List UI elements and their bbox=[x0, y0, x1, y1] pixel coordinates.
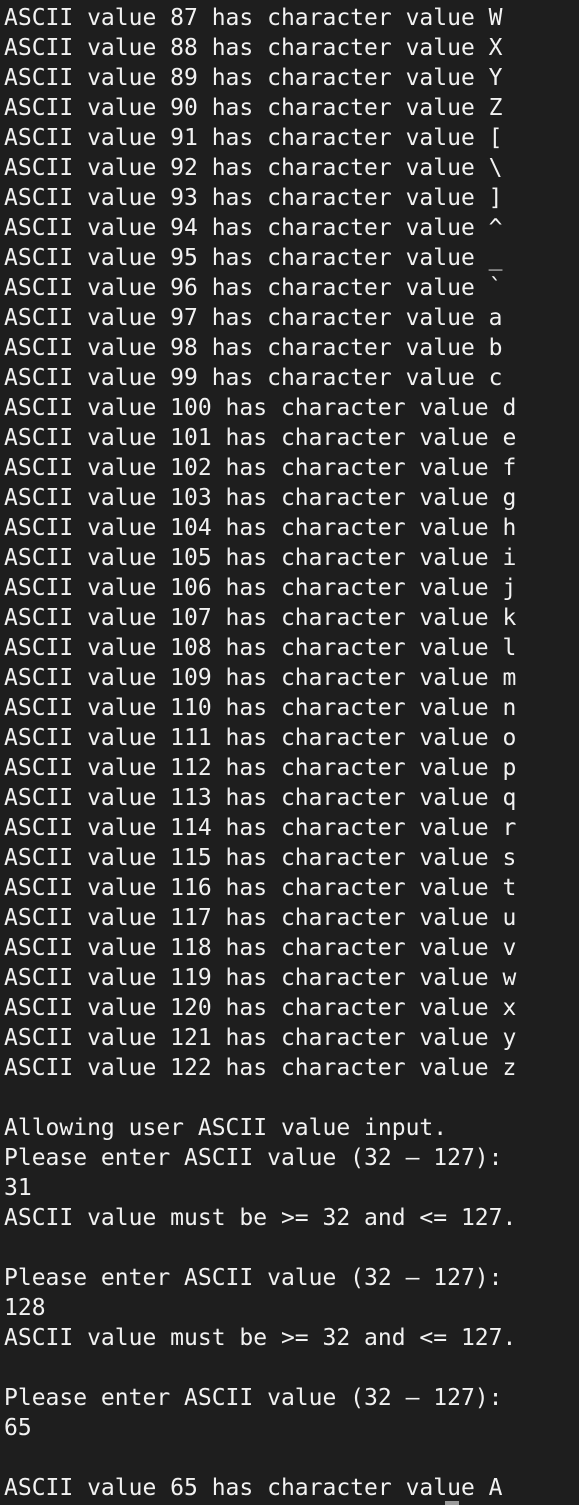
terminal-line: ASCII value 91 has character value [ bbox=[4, 125, 503, 151]
terminal-line: ASCII value 120 has character value x bbox=[4, 995, 517, 1021]
terminal-line: ASCII value 118 has character value v bbox=[4, 935, 517, 961]
terminal-line: ASCII value 113 has character value q bbox=[4, 785, 517, 811]
terminal-line: ASCII value 114 has character value r bbox=[4, 815, 517, 841]
terminal-line: ASCII value 101 has character value e bbox=[4, 425, 517, 451]
terminal-line: ASCII value must be >= 32 and <= 127. bbox=[4, 1325, 517, 1351]
terminal-line: ASCII value 106 has character value j bbox=[4, 575, 517, 601]
terminal-line: Allowing user ASCII value input. bbox=[4, 1115, 448, 1141]
terminal-line: ASCII value 115 has character value s bbox=[4, 845, 517, 871]
terminal-line: ASCII value 105 has character value i bbox=[4, 545, 517, 571]
terminal-line: ASCII value 122 has character value z bbox=[4, 1055, 517, 1081]
terminal-line: ASCII value 107 has character value k bbox=[4, 605, 517, 631]
terminal-line: ASCII value 89 has character value Y bbox=[4, 65, 503, 91]
terminal-line: ASCII value 87 has character value W bbox=[4, 5, 503, 31]
terminal-line: ASCII value 109 has character value m bbox=[4, 665, 517, 691]
terminal-line: ASCII value 111 has character value o bbox=[4, 725, 517, 751]
terminal-line: ASCII value 110 has character value n bbox=[4, 695, 517, 721]
terminal-line: ASCII value 88 has character value X bbox=[4, 35, 503, 61]
terminal-line: ASCII value 96 has character value ` bbox=[4, 275, 503, 301]
terminal-line: ASCII value 92 has character value \ bbox=[4, 155, 503, 181]
terminal-line: ASCII value 121 has character value y bbox=[4, 1025, 517, 1051]
terminal-line: ASCII value must be >= 32 and <= 127. bbox=[4, 1205, 517, 1231]
terminal-line: 128 bbox=[4, 1295, 46, 1321]
terminal-line: 65 bbox=[4, 1415, 32, 1441]
terminal-line: ASCII value 93 has character value ] bbox=[4, 185, 503, 211]
terminal-output[interactable]: ASCII value 87 has character value W ASCI… bbox=[4, 3, 516, 1503]
terminal-line: 31 bbox=[4, 1175, 32, 1201]
terminal-line: ASCII value 116 has character value t bbox=[4, 875, 517, 901]
terminal-line: ASCII value 65 has character value A bbox=[4, 1475, 503, 1501]
terminal-line: ASCII value 117 has character value u bbox=[4, 905, 517, 931]
terminal-line: ASCII value 90 has character value Z bbox=[4, 95, 503, 121]
terminal-line: Please enter ASCII value (32 – 127): bbox=[4, 1385, 503, 1411]
terminal-line: ASCII value 119 has character value w bbox=[4, 965, 517, 991]
terminal-line: ASCII value 104 has character value h bbox=[4, 515, 517, 541]
terminal-line: ASCII value 94 has character value ^ bbox=[4, 215, 503, 241]
terminal-line: ASCII value 108 has character value l bbox=[4, 635, 517, 661]
terminal-line: ASCII value 103 has character value g bbox=[4, 485, 517, 511]
terminal-line: ASCII value 95 has character value _ bbox=[4, 245, 503, 271]
terminal-line: Please enter ASCII value (32 – 127): bbox=[4, 1145, 503, 1171]
terminal-line: ASCII value 98 has character value b bbox=[4, 335, 503, 361]
terminal-line: ASCII value 97 has character value a bbox=[4, 305, 503, 331]
terminal-line: ASCII value 112 has character value p bbox=[4, 755, 517, 781]
terminal-line: ASCII value 99 has character value c bbox=[4, 365, 503, 391]
terminal-line: ASCII value 100 has character value d bbox=[4, 395, 517, 421]
terminal-line: ASCII value 102 has character value f bbox=[4, 455, 517, 481]
terminal-cursor bbox=[445, 1501, 459, 1505]
terminal-line: Please enter ASCII value (32 – 127): bbox=[4, 1265, 503, 1291]
